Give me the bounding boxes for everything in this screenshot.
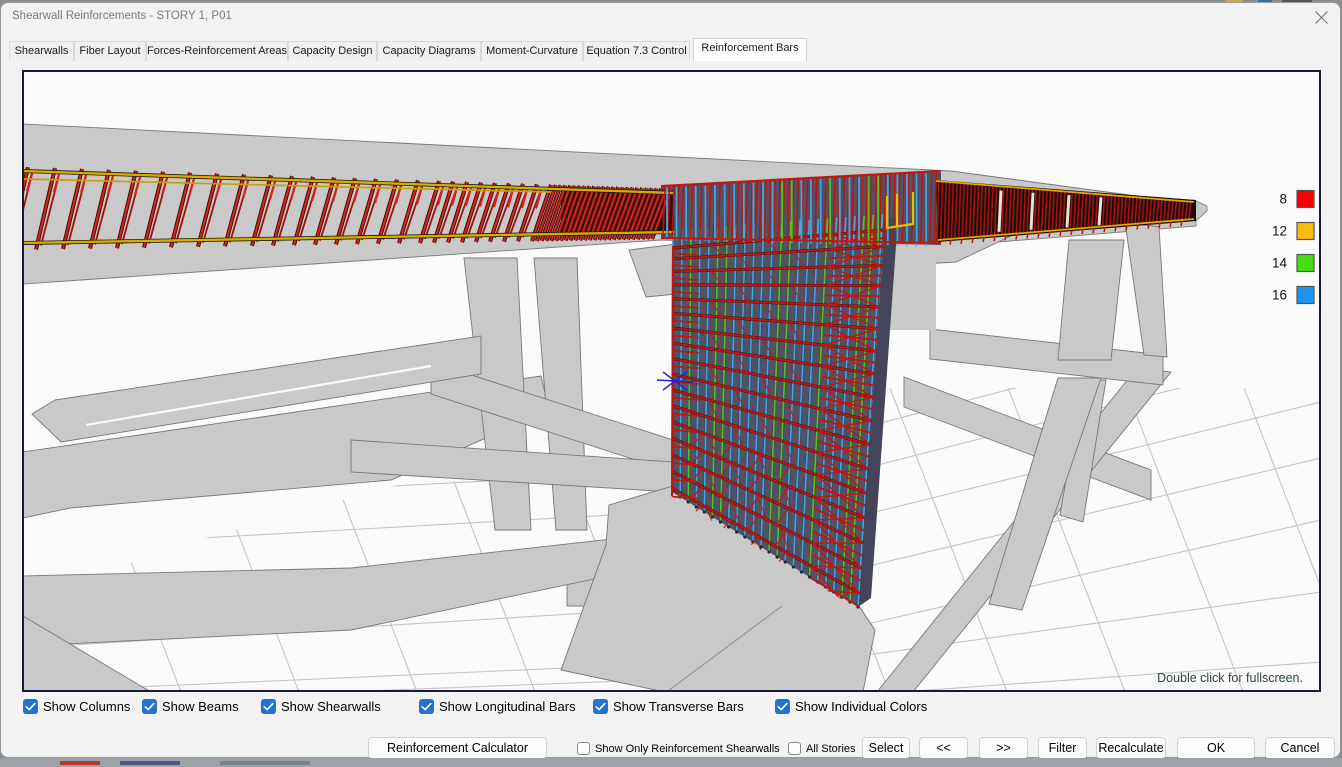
svg-text:14: 14 (1272, 256, 1288, 271)
svg-text:8: 8 (1279, 192, 1287, 207)
svg-text:12: 12 (1272, 224, 1287, 239)
svg-text:Double click for fullscreen.: Double click for fullscreen. (1157, 671, 1303, 685)
svg-text:16: 16 (1272, 288, 1287, 303)
